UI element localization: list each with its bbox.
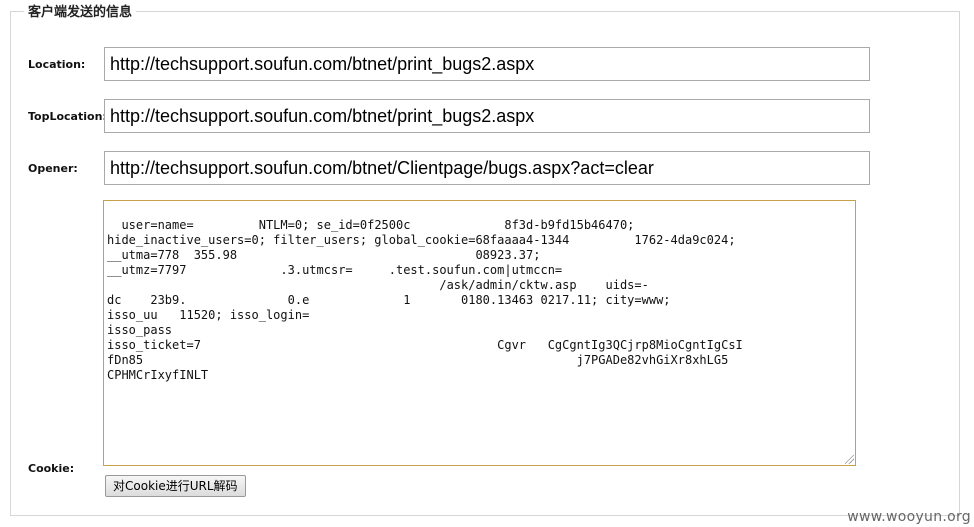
cookie-textarea[interactable]: user=name= NTLM=0; se_id=0f2500c 8f3d-b9… [103, 200, 856, 466]
location-input[interactable]: http://techsupport.soufun.com/btnet/prin… [104, 47, 870, 81]
location-label: Location: [28, 58, 86, 71]
top-location-input[interactable]: http://techsupport.soufun.com/btnet/prin… [104, 99, 870, 133]
resize-grip[interactable] [845, 455, 854, 464]
cookie-label: Cookie: [28, 462, 75, 475]
top-location-label: TopLocation: [28, 110, 107, 123]
watermark: www.wooyun.org [847, 509, 971, 525]
section-legend: 客户端发送的信息 [24, 1, 137, 20]
opener-label: Opener: [28, 162, 78, 175]
decode-cookie-button[interactable]: 对Cookie进行URL解码 [105, 475, 246, 497]
opener-input[interactable]: http://techsupport.soufun.com/btnet/Clie… [104, 151, 870, 185]
cookie-text: user=name= NTLM=0; se_id=0f2500c 8f3d-b9… [107, 218, 743, 382]
